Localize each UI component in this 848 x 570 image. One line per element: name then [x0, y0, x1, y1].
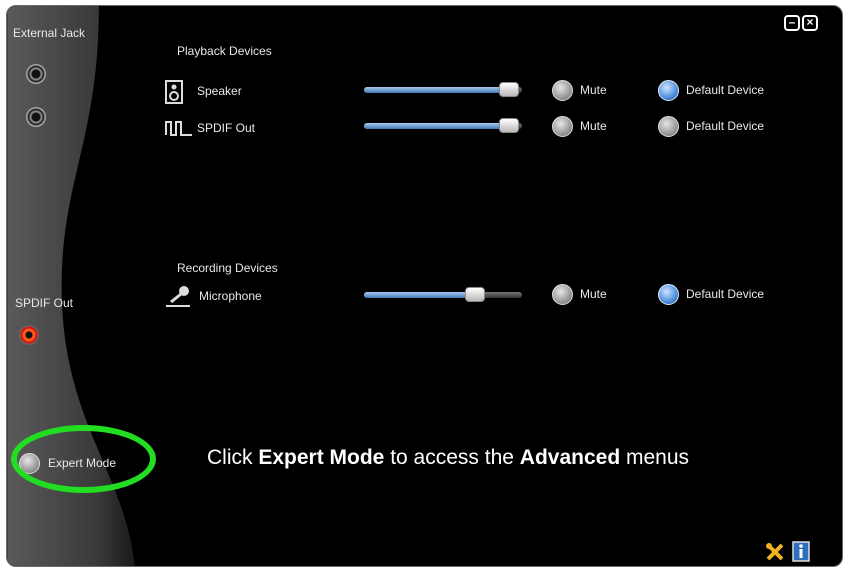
microphone-mute-radio[interactable] — [552, 284, 573, 305]
playback-section-title: Playback Devices — [177, 44, 272, 58]
expert-mode-callout: Click Expert Mode to access the Advanced… — [207, 446, 689, 470]
speaker-mute-label: Mute — [580, 83, 607, 97]
microphone-default-label: Default Device — [686, 287, 765, 301]
spdif-mute-label: Mute — [580, 119, 607, 133]
external-jack-label: External Jack — [13, 26, 86, 40]
speaker-default-label: Default Device — [686, 83, 765, 97]
highlight-ring — [11, 425, 156, 493]
spdif-default-label: Default Device — [686, 119, 765, 133]
spdif-mute-radio[interactable] — [552, 116, 573, 137]
external-jack-2-icon[interactable] — [26, 107, 46, 127]
spdif-out-label: SPDIF Out — [197, 121, 256, 135]
spdif-volume-thumb[interactable] — [499, 118, 520, 133]
spdif-default-radio[interactable] — [658, 116, 679, 137]
microphone-label: Microphone — [199, 289, 262, 303]
microphone-volume-thumb[interactable] — [464, 287, 485, 302]
close-button[interactable]: × — [802, 15, 818, 31]
microphone-icon — [166, 286, 190, 307]
callout-emphasis-expert: Expert Mode — [258, 446, 385, 469]
spdif-volume-slider[interactable] — [364, 118, 522, 133]
speaker-volume-fill — [364, 87, 510, 93]
tools-icon[interactable] — [765, 542, 785, 562]
speaker-mute-radio[interactable] — [552, 80, 573, 101]
spdif-out-side-label: SPDIF Out — [15, 296, 74, 310]
minimize-button[interactable]: – — [784, 15, 800, 31]
audio-control-window: External Jack SPDIF Out Expert Mode – × … — [6, 5, 843, 567]
microphone-volume-fill — [364, 292, 475, 298]
microphone-mute-label: Mute — [580, 287, 607, 301]
spdif-jack-icon[interactable] — [19, 325, 39, 345]
microphone-default-radio[interactable] — [658, 284, 679, 305]
info-icon[interactable] — [792, 541, 810, 562]
spdif-waveform-icon — [165, 121, 192, 136]
recording-section-title: Recording Devices — [177, 261, 278, 275]
speaker-default-radio[interactable] — [658, 80, 679, 101]
callout-suffix: menus — [620, 446, 690, 469]
callout-emphasis-advanced: Advanced — [519, 446, 621, 469]
speaker-volume-thumb[interactable] — [499, 82, 520, 97]
speaker-label: Speaker — [197, 84, 242, 98]
external-jack-1-icon[interactable] — [26, 64, 46, 84]
callout-middle: to access the — [384, 446, 520, 469]
callout-prefix: Click — [207, 446, 259, 469]
microphone-volume-slider[interactable] — [364, 287, 522, 302]
spdif-volume-fill — [364, 123, 510, 129]
speaker-icon — [165, 80, 183, 104]
speaker-volume-slider[interactable] — [364, 82, 522, 97]
